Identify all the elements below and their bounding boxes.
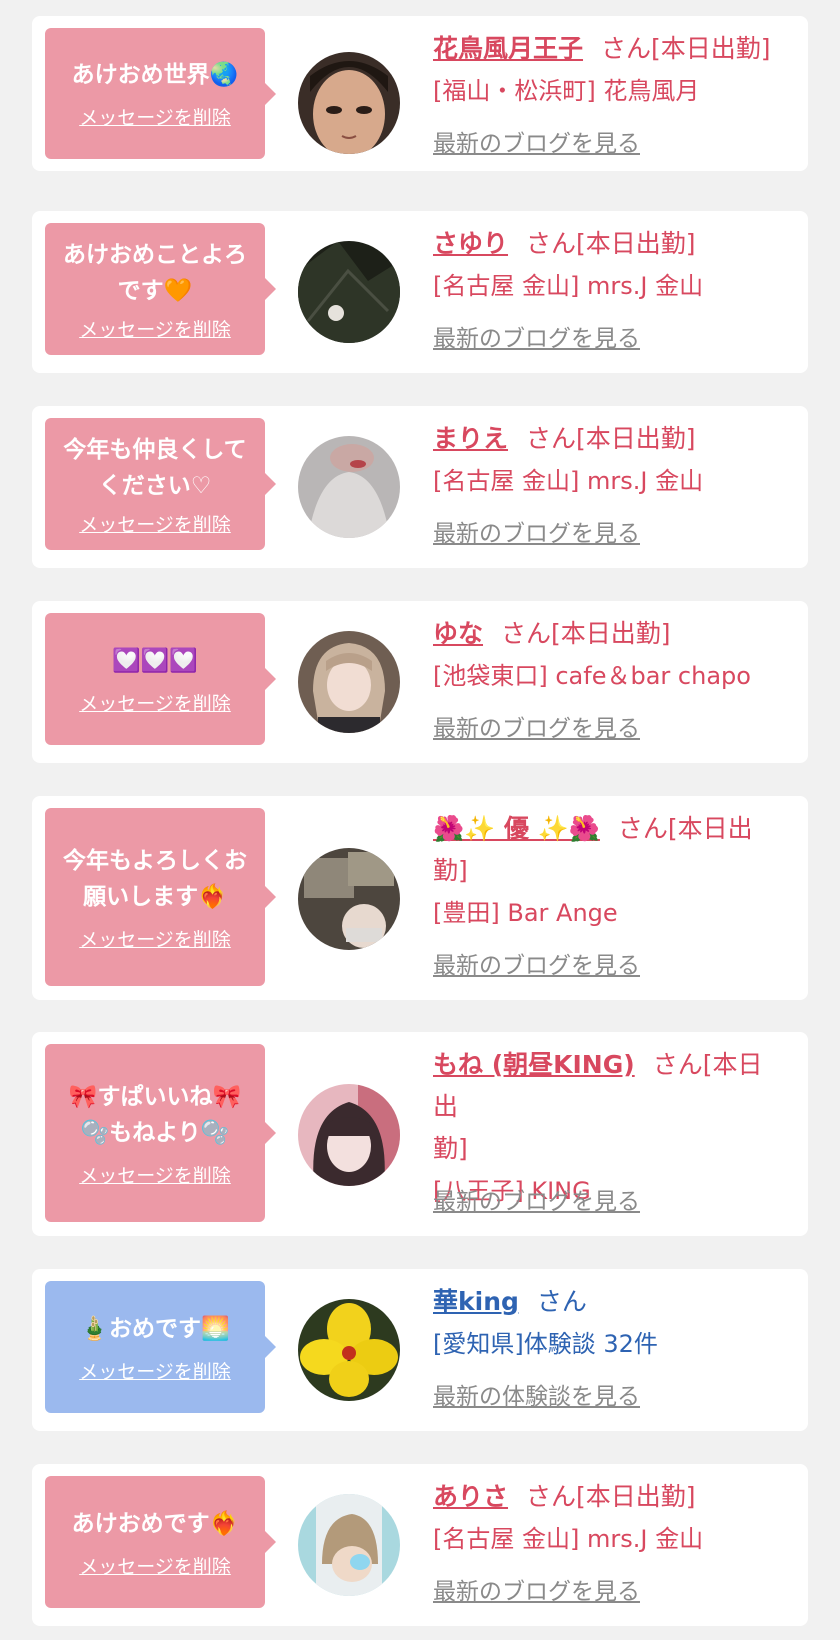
work-status: さん[本日出勤]: [526, 1482, 696, 1511]
latest-review-link[interactable]: 最新の体験談を見る: [433, 1377, 640, 1411]
profile-info: まりえ さん[本日出勤] [名古屋 金山] mrs.J 金山 最新のブログを見る: [433, 418, 783, 547]
message-bubble: 今年も仲良くして ください♡ メッセージを削除: [45, 418, 276, 550]
work-status: さん[本日出勤]: [526, 424, 696, 453]
shop-info: [池袋東口] cafe＆bar chapo: [433, 662, 751, 690]
avatar[interactable]: [298, 848, 400, 950]
profile-info: もね (朝昼KING) さん[本日出 勤] [八王子] KING 最新のブログを見…: [433, 1044, 783, 1215]
avatar[interactable]: [298, 436, 400, 538]
message-text: 願いします❤️‍🔥: [83, 883, 227, 910]
profile-info: ありさ さん[本日出勤] [名古屋 金山] mrs.J 金山 最新のブログを見る: [433, 1476, 783, 1605]
profile-name-link[interactable]: 花鳥風月王子: [433, 34, 583, 63]
profile-name-link[interactable]: 🌺✨ 優 ✨🌺: [433, 814, 600, 843]
message-card: 今年もよろしくお 願いします❤️‍🔥 メッセージを削除 🌺✨ 優 ✨🌺 さん[本日…: [32, 796, 808, 1000]
delete-message-link[interactable]: メッセージを削除: [79, 1552, 231, 1579]
profile-name-link[interactable]: まりえ: [433, 424, 508, 453]
profile-info: 🌺✨ 優 ✨🌺 さん[本日出 勤] [豊田] Bar Ange 最新のブログを見る: [433, 808, 783, 979]
work-status-continued: 勤]: [433, 856, 468, 885]
message-text: 💟💟💟: [112, 647, 198, 674]
profile-name-link[interactable]: ありさ: [433, 1482, 508, 1511]
message-bubble: あけおめことよろ です🧡 メッセージを削除: [45, 223, 276, 355]
delete-message-link[interactable]: メッセージを削除: [79, 315, 231, 342]
profile-info: 華king さん [愛知県]体験談 32件 最新の体験談を見る: [433, 1281, 783, 1410]
message-card: あけおめことよろ です🧡 メッセージを削除 さゆり さん[本日出勤] [名古屋 金…: [32, 211, 808, 373]
profile-name-link[interactable]: もね (朝昼KING): [433, 1050, 635, 1079]
message-card: 🎍おめです🌅 メッセージを削除 華king さん [愛知県]体験談 32件 最新の…: [32, 1269, 808, 1431]
shop-info: [名古屋 金山] mrs.J 金山: [433, 272, 704, 300]
profile-name-link[interactable]: ゆな: [433, 619, 483, 648]
message-list: あけおめ世界🌏 メッセージを削除 花鳥風月王子 さん[本日出勤] [福山・松浜町]…: [0, 0, 840, 1640]
delete-message-link[interactable]: メッセージを削除: [79, 103, 231, 130]
message-text: です🧡: [117, 277, 193, 304]
message-text: ください♡: [98, 472, 212, 499]
shop-info: [名古屋 金山] mrs.J 金山: [433, 467, 704, 495]
message-text: あけおめです❤️‍🔥: [71, 1510, 239, 1537]
message-card: あけおめ世界🌏 メッセージを削除 花鳥風月王子 さん[本日出勤] [福山・松浜町]…: [32, 16, 808, 171]
delete-message-link[interactable]: メッセージを削除: [79, 925, 231, 952]
latest-blog-link[interactable]: 最新のブログを見る: [433, 946, 640, 980]
avatar[interactable]: [298, 1084, 400, 1186]
delete-message-link[interactable]: メッセージを削除: [79, 510, 231, 537]
message-card: 今年も仲良くして ください♡ メッセージを削除 まりえ さん[本日出勤] [名古屋…: [32, 406, 808, 568]
latest-blog-link[interactable]: 最新のブログを見る: [433, 124, 640, 158]
message-card: 💟💟💟 メッセージを削除 ゆな さん[本日出勤] [池袋東口] cafe＆bar …: [32, 601, 808, 763]
profile-info: さゆり さん[本日出勤] [名古屋 金山] mrs.J 金山 最新のブログを見る: [433, 223, 783, 352]
work-status: さん[本日出: [617, 814, 753, 843]
message-text: あけおめ世界🌏: [71, 62, 239, 88]
work-status: さん[本日出勤]: [501, 619, 671, 648]
message-text: 今年も仲良くして: [63, 436, 247, 463]
message-card: あけおめです❤️‍🔥 メッセージを削除 ありさ さん[本日出勤] [名古屋 金山]…: [32, 1464, 808, 1626]
message-bubble: 💟💟💟 メッセージを削除: [45, 613, 276, 745]
shop-info: [福山・松浜町] 花鳥風月: [433, 77, 700, 105]
profile-name-link[interactable]: 華king: [433, 1287, 519, 1316]
work-status-continued: 勤]: [433, 1134, 468, 1163]
latest-blog-link[interactable]: 最新のブログを見る: [433, 709, 640, 743]
profile-info: 花鳥風月王子 さん[本日出勤] [福山・松浜町] 花鳥風月 最新のブログを見る: [433, 28, 783, 157]
message-bubble: 🎀すぱいいね🎀 🫧もねより🫧 メッセージを削除: [45, 1044, 276, 1222]
message-bubble: 🎍おめです🌅 メッセージを削除: [45, 1281, 276, 1413]
delete-message-link[interactable]: メッセージを削除: [79, 1357, 231, 1384]
latest-blog-link[interactable]: 最新のブログを見る: [433, 1182, 640, 1216]
profile-info: ゆな さん[本日出勤] [池袋東口] cafe＆bar chapo 最新のブログを…: [433, 613, 783, 742]
work-status: さん[本日出勤]: [526, 229, 696, 258]
message-bubble: 今年もよろしくお 願いします❤️‍🔥 メッセージを削除: [45, 808, 276, 986]
message-text: 🎍おめです🌅: [80, 1315, 230, 1342]
work-status: さん: [536, 1287, 587, 1316]
latest-blog-link[interactable]: 最新のブログを見る: [433, 514, 640, 548]
latest-blog-link[interactable]: 最新のブログを見る: [433, 319, 640, 353]
avatar[interactable]: [298, 1299, 400, 1401]
delete-message-link[interactable]: メッセージを削除: [79, 1161, 231, 1188]
message-bubble: あけおめです❤️‍🔥 メッセージを削除: [45, 1476, 276, 1608]
profile-name-link[interactable]: さゆり: [433, 229, 508, 258]
work-status: さん[本日出勤]: [601, 34, 771, 63]
message-text: 🎀すぱいいね🎀: [68, 1083, 242, 1110]
latest-blog-link[interactable]: 最新のブログを見る: [433, 1572, 640, 1606]
shop-info: [愛知県]体験談 32件: [433, 1330, 658, 1358]
message-text: あけおめことよろ: [63, 241, 247, 268]
shop-info: [豊田] Bar Ange: [433, 899, 618, 927]
delete-message-link[interactable]: メッセージを削除: [79, 689, 231, 716]
message-text: 🫧もねより🫧: [80, 1119, 230, 1146]
avatar[interactable]: [298, 52, 400, 154]
shop-info: [名古屋 金山] mrs.J 金山: [433, 1525, 704, 1553]
message-card: 🎀すぱいいね🎀 🫧もねより🫧 メッセージを削除 もね (朝昼KING) さん[本日…: [32, 1032, 808, 1236]
avatar[interactable]: [298, 1494, 400, 1596]
avatar[interactable]: [298, 241, 400, 343]
message-text: 今年もよろしくお: [63, 847, 247, 874]
avatar[interactable]: [298, 631, 400, 733]
message-bubble: あけおめ世界🌏 メッセージを削除: [45, 28, 276, 159]
